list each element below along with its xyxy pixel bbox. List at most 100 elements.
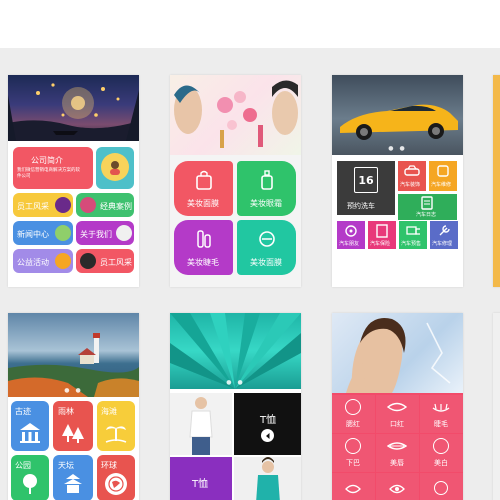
template-card-partial-bottom[interactable]	[493, 313, 500, 500]
lashes-tile[interactable]: 美妆睫毛	[174, 220, 233, 275]
temple-of-heaven-tile[interactable]: 天坛	[53, 455, 93, 500]
wrench-icon	[437, 224, 451, 238]
staff2-photo-icon	[80, 253, 96, 269]
model-face-banner	[332, 313, 463, 393]
lips-icon	[387, 401, 407, 413]
charity-label: 公益活动	[17, 258, 49, 267]
carwash-tile[interactable]: 16 预约洗车	[337, 161, 395, 215]
chin-tile[interactable]: 下巴	[332, 434, 375, 472]
tshirt-purple-tile[interactable]: T恤	[170, 457, 232, 500]
blush-label: 腮红	[346, 420, 360, 428]
eye-cream-tile[interactable]: 美妆眼霜	[237, 161, 296, 216]
company-intro-desc: 我们微信营销电商解决方案的软件公司	[17, 168, 80, 179]
top-bar	[0, 0, 500, 48]
template-card-fashion[interactable]: ● ● T恤 T恤	[170, 313, 301, 500]
company-intro-tile[interactable]: 公司简介 我们微信营销电商解决方案的软件公司	[13, 147, 93, 189]
friends-tile[interactable]: 汽车朋友	[337, 221, 365, 249]
staff2-tile[interactable]: 员工风采	[76, 249, 134, 273]
template-card-beauty[interactable]: 腮红 口红 睫毛 下巴 美唇 美白	[332, 313, 463, 500]
avatar-icon	[101, 153, 129, 181]
about-photo-icon	[116, 225, 132, 241]
mouth-icon	[387, 440, 407, 452]
tree-icon	[19, 473, 41, 495]
insurance-label: 汽车保险	[370, 241, 391, 247]
profile-tile[interactable]	[96, 147, 134, 189]
global-tile[interactable]: 环球	[97, 455, 135, 500]
decor-tile[interactable]: 汽车装饰	[398, 161, 426, 191]
compact-icon	[257, 228, 277, 250]
play-circle-icon	[261, 429, 274, 442]
global-label: 环球	[101, 461, 117, 470]
model-photo-teal[interactable]	[234, 457, 301, 500]
brush-icon	[194, 228, 214, 250]
company-intro-label: 公司简介	[31, 156, 63, 165]
car-icon	[404, 164, 420, 178]
row3-tile-2[interactable]	[376, 473, 419, 500]
shopping-bag-icon	[194, 169, 214, 191]
mask2-label: 美妆面膜	[250, 258, 282, 267]
booking-tile[interactable]: 汽车预售	[399, 221, 427, 249]
staff-photo-icon	[55, 197, 71, 213]
carousel-dots: ● ●	[388, 145, 407, 152]
template-card-company[interactable]: 公司简介 我们微信营销电商解决方案的软件公司 员工风采 经典案例 新闻中心 关于…	[8, 75, 139, 287]
sports-car-banner: ● ●	[332, 75, 463, 155]
chin-face-icon	[345, 438, 361, 454]
tool-icon	[435, 164, 451, 178]
row3-tile-3[interactable]	[420, 473, 463, 500]
rainforest-label: 雨林	[58, 407, 74, 416]
news-photo-icon	[55, 225, 71, 241]
insurance-tile[interactable]: 汽车保险	[368, 221, 396, 249]
mask2-tile[interactable]: 美妆面膜	[237, 220, 296, 275]
maintain-tile[interactable]: 汽车维修	[429, 161, 457, 191]
row3-tile-1[interactable]	[332, 473, 375, 500]
about-tile[interactable]: 关于我们	[76, 221, 134, 245]
carwash-label: 预约洗车	[347, 202, 375, 210]
document-icon	[375, 224, 389, 238]
mask-label: 美妆面膜	[187, 199, 219, 208]
lips-tile[interactable]: 美唇	[376, 434, 419, 472]
beach-tile[interactable]: 海滩	[97, 401, 135, 451]
template-card-partial-top[interactable]	[493, 75, 500, 287]
rainforest-tile[interactable]: 雨林	[53, 401, 93, 451]
eyelash-tile[interactable]: 睫毛	[420, 395, 463, 433]
beach-label: 海滩	[101, 407, 117, 416]
charity-tile[interactable]: 公益活动	[13, 249, 73, 273]
blush-tile[interactable]: 腮红	[332, 395, 375, 433]
globe-icon	[105, 473, 127, 495]
cases-tile[interactable]: 经典案例	[76, 193, 134, 217]
model-photo-white[interactable]	[170, 393, 232, 455]
lighthouse-banner: ● ●	[8, 313, 139, 397]
notebook-icon	[420, 196, 434, 210]
mask-tile[interactable]: 美妆面膜	[174, 161, 233, 216]
eye-icon-2	[389, 483, 405, 495]
teal-architecture-banner: ● ●	[170, 313, 301, 389]
smile-face-icon	[433, 438, 449, 454]
temple-icon	[18, 421, 42, 445]
template-card-cosmetics[interactable]: 美妆面膜 美妆眼霜 美妆睫毛 美妆面膜	[170, 75, 301, 287]
wheel-icon	[344, 224, 358, 238]
cases-label: 经典案例	[100, 202, 132, 211]
news-tile[interactable]: 新闻中心	[13, 221, 73, 245]
night-lantern-banner	[8, 75, 139, 141]
eye-cream-label: 美妆眼霜	[250, 199, 282, 208]
cases-photo-icon	[80, 197, 96, 213]
lipstick-tile[interactable]: 口红	[376, 395, 419, 433]
whitening-tile[interactable]: 美白	[420, 434, 463, 472]
relics-tile[interactable]: 古迹	[11, 401, 49, 451]
diary-label: 汽车日志	[416, 212, 437, 218]
staff-tile[interactable]: 员工风采	[13, 193, 73, 217]
template-card-travel[interactable]: ● ● 古迹 雨林 海滩 公园 天坛 环球	[8, 313, 139, 500]
lips-label: 美唇	[390, 459, 404, 467]
eyelash-label: 睫毛	[434, 420, 448, 428]
tshirt-black-tile[interactable]: T恤	[234, 393, 301, 455]
diary-tile[interactable]: 汽车日志	[398, 194, 457, 220]
cosmetics-banner	[170, 75, 301, 155]
park-tile[interactable]: 公园	[11, 455, 49, 500]
park-label: 公园	[15, 461, 31, 470]
repair-tile[interactable]: 汽车修理	[430, 221, 458, 249]
carousel-dots: ● ●	[64, 387, 83, 394]
maintain-label: 汽车维修	[431, 182, 452, 188]
relics-label: 古迹	[15, 407, 31, 416]
template-card-car[interactable]: ● ● 16 预约洗车 汽车装饰 汽车维修 汽车日志 汽车朋友 汽车保险 汽车预…	[332, 75, 463, 287]
truck-icon	[406, 224, 420, 238]
